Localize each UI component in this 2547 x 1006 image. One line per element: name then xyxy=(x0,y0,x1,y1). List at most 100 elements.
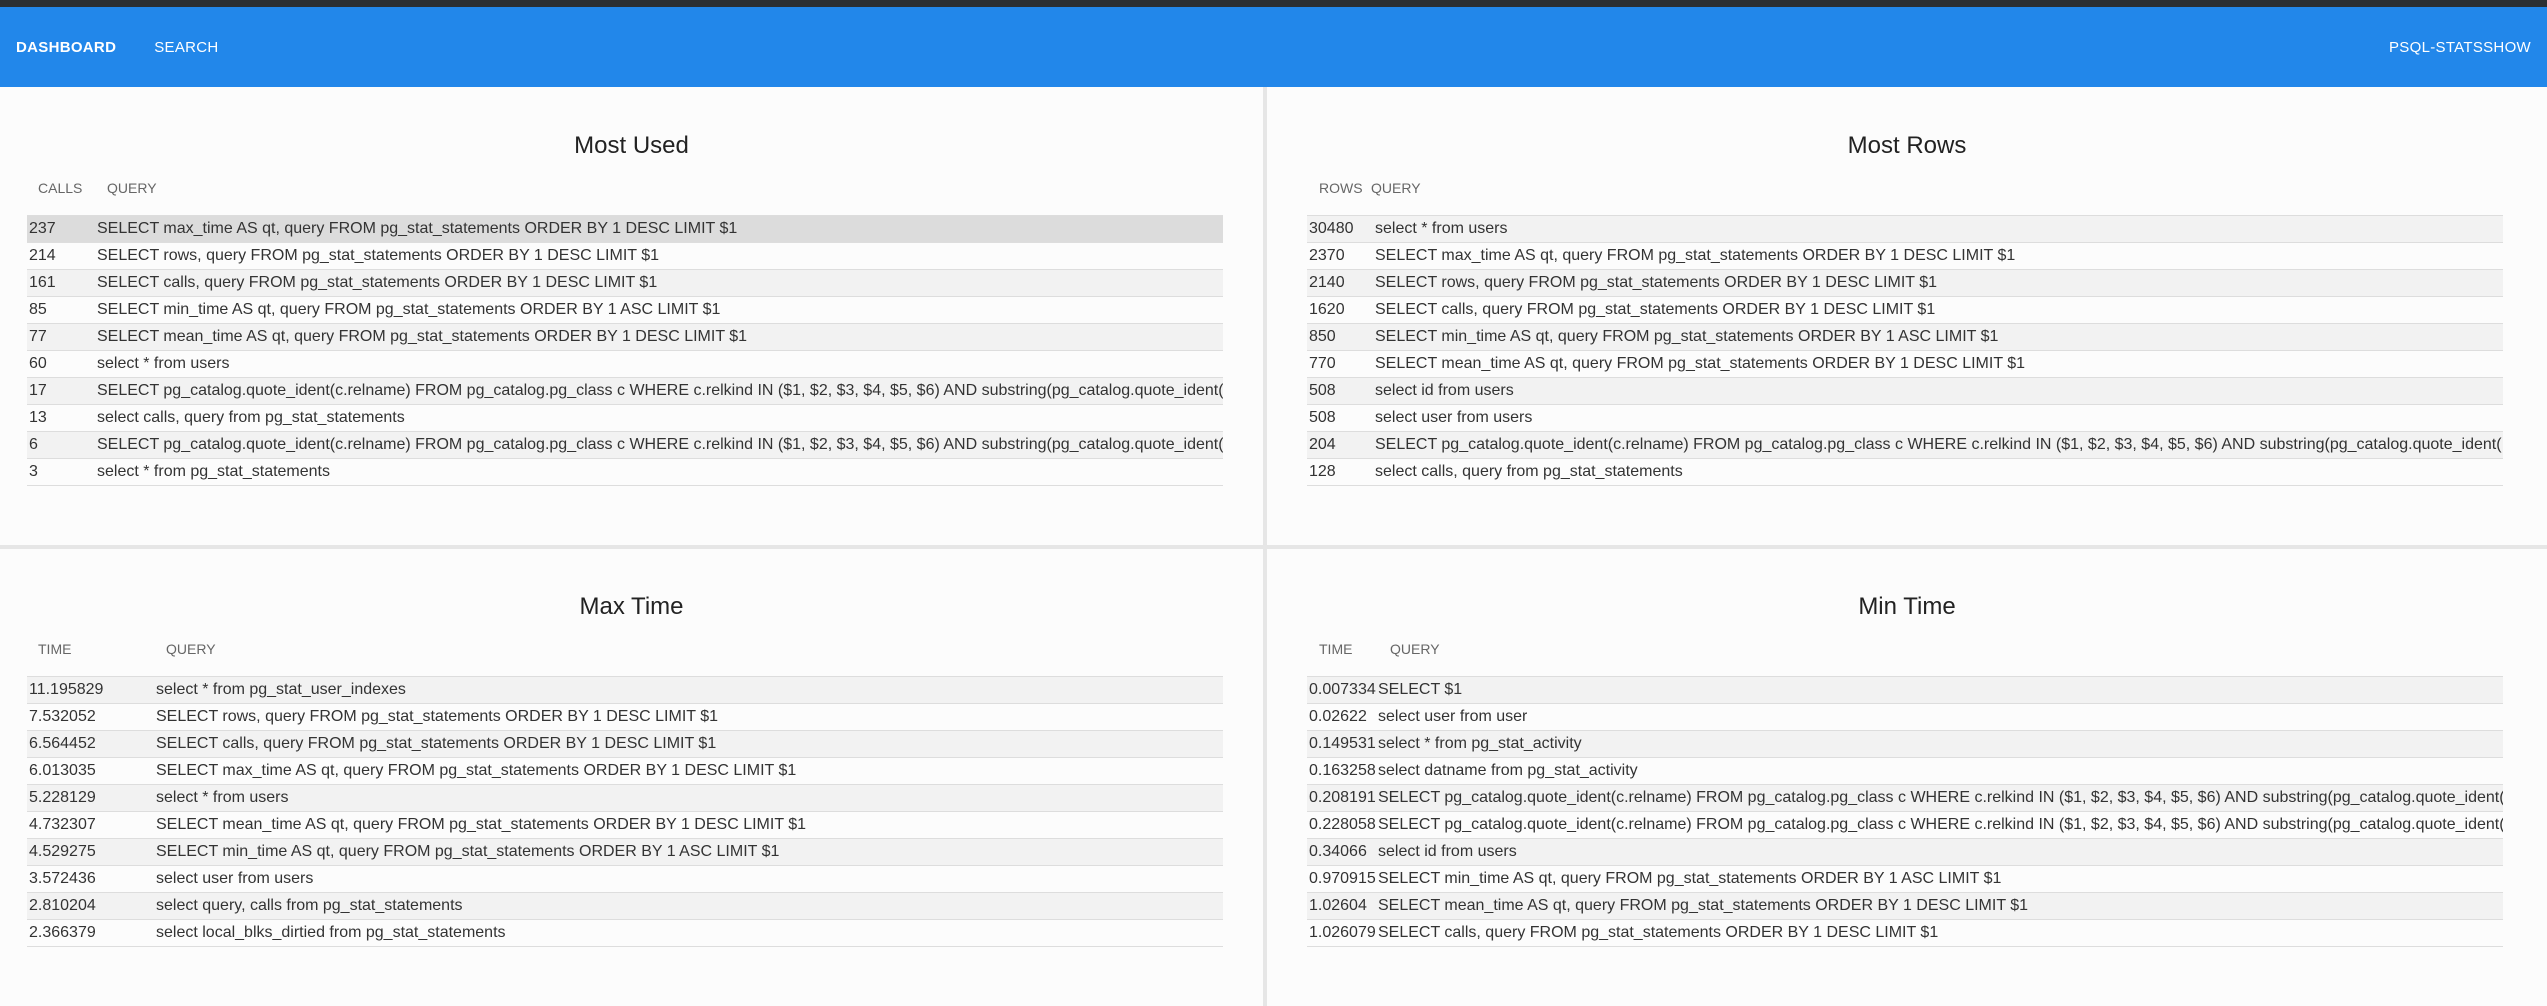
table-row[interactable]: 0.970915 SELECT min_time AS qt, query FRO… xyxy=(1307,866,2503,893)
table-row[interactable]: 770 SELECT mean_time AS qt, query FROM pg… xyxy=(1307,351,2503,378)
row-value: 0.970915 xyxy=(1309,870,1376,887)
row-value: 2.366379 xyxy=(29,924,96,941)
table-row[interactable]: 161 SELECT calls, query FROM pg_stat_stat… xyxy=(27,270,1223,297)
panel-title: Min Time xyxy=(1858,593,1956,620)
table-row[interactable]: 2.366379 select local_blks_dirtied from p… xyxy=(27,920,1223,947)
table-row[interactable]: 0.228058 SELECT pg_catalog.quote_ident(c.… xyxy=(1307,812,2503,839)
table-row[interactable]: 85 SELECT min_time AS qt, query FROM pg_s… xyxy=(27,297,1223,324)
table-row[interactable]: 7.532052 SELECT rows, query FROM pg_stat_… xyxy=(27,704,1223,731)
table-row[interactable]: 204 SELECT pg_catalog.quote_ident(c.relna… xyxy=(1307,432,2503,459)
nav-dashboard-link[interactable]: DASHBOARD xyxy=(16,39,116,56)
nav-links: DASHBOARD SEARCH xyxy=(16,39,257,56)
row-query: SELECT pg_catalog.quote_ident(c.relname)… xyxy=(1378,816,2503,833)
row-query: SELECT pg_catalog.quote_ident(c.relname)… xyxy=(97,382,1223,399)
table-row[interactable]: 30480 select * from users xyxy=(1307,216,2503,243)
row-query: select user from user xyxy=(1378,708,1528,725)
column-header-time[interactable]: TIME xyxy=(38,641,166,657)
row-value: 2370 xyxy=(1309,247,1345,264)
table-row[interactable]: 13 select calls, query from pg_stat_state… xyxy=(27,405,1223,432)
table-row[interactable]: 1.02604 SELECT mean_time AS qt, query FRO… xyxy=(1307,893,2503,920)
row-query: SELECT min_time AS qt, query FROM pg_sta… xyxy=(156,843,780,860)
column-header-rows[interactable]: ROWS xyxy=(1319,180,1371,196)
table-row[interactable]: 11.195829 select * from pg_stat_user_inde… xyxy=(27,677,1223,704)
row-value: 0.228058 xyxy=(1309,816,1376,833)
table-row[interactable]: 0.007334 SELECT $1 xyxy=(1307,677,2503,704)
table-row[interactable]: 1.026079 SELECT calls, query FROM pg_stat… xyxy=(1307,920,2503,947)
table-row[interactable]: 850 SELECT min_time AS qt, query FROM pg_… xyxy=(1307,324,2503,351)
table-row[interactable]: 5.228129 select * from users xyxy=(27,785,1223,812)
row-value: 0.34066 xyxy=(1309,843,1367,860)
table-row[interactable]: 0.34066 select id from users xyxy=(1307,839,2503,866)
column-header-query[interactable]: QUERY xyxy=(1371,180,1421,196)
table-row[interactable]: 6.013035 SELECT max_time AS qt, query FRO… xyxy=(27,758,1223,785)
table-row[interactable]: 1620 SELECT calls, query FROM pg_stat_sta… xyxy=(1307,297,2503,324)
table-row[interactable]: 4.529275 SELECT min_time AS qt, query FRO… xyxy=(27,839,1223,866)
row-value: 30480 xyxy=(1309,220,1354,237)
table-row[interactable]: 17 SELECT pg_catalog.quote_ident(c.relnam… xyxy=(27,378,1223,405)
row-value: 1620 xyxy=(1309,301,1345,318)
row-query: select calls, query from pg_stat_stateme… xyxy=(1375,463,1683,480)
table-row[interactable]: 508 select user from users xyxy=(1307,405,2503,432)
most-rows-panel: Most Rows ROWS QUERY 30480 select * from … xyxy=(1267,87,2547,545)
table-row[interactable]: 2.810204 select query, calls from pg_stat… xyxy=(27,893,1223,920)
row-value: 1.02604 xyxy=(1309,897,1367,914)
table-row[interactable]: 0.149531 select * from pg_stat_activity xyxy=(1307,731,2503,758)
column-header-query[interactable]: QUERY xyxy=(107,180,157,196)
most-used-panel: Most Used CALLS QUERY 237 SELECT max_time… xyxy=(0,87,1263,545)
table-row[interactable]: 6.564452 SELECT calls, query FROM pg_stat… xyxy=(27,731,1223,758)
min-time-panel: Min Time TIME QUERY 0.007334 SELECT $1 0.… xyxy=(1267,549,2547,1006)
row-query: SELECT pg_catalog.quote_ident(c.relname)… xyxy=(1375,436,2502,453)
table-row[interactable]: 4.732307 SELECT mean_time AS qt, query FR… xyxy=(27,812,1223,839)
row-query: SELECT min_time AS qt, query FROM pg_sta… xyxy=(97,301,721,318)
table-row[interactable]: 6 SELECT pg_catalog.quote_ident(c.relname… xyxy=(27,432,1223,459)
table-header: CALLS QUERY xyxy=(38,180,157,196)
table-row[interactable]: 60 select * from users xyxy=(27,351,1223,378)
table-row[interactable]: 508 select id from users xyxy=(1307,378,2503,405)
row-value: 85 xyxy=(29,301,47,318)
max-time-rows: 11.195829 select * from pg_stat_user_inde… xyxy=(27,676,1223,947)
row-value: 7.532052 xyxy=(29,708,96,725)
table-row[interactable]: 0.163258 select datname from pg_stat_acti… xyxy=(1307,758,2503,785)
row-value: 128 xyxy=(1309,463,1336,480)
row-query: select * from users xyxy=(156,789,289,806)
row-value: 4.732307 xyxy=(29,816,96,833)
row-value: 4.529275 xyxy=(29,843,96,860)
table-row[interactable]: 2370 SELECT max_time AS qt, query FROM pg… xyxy=(1307,243,2503,270)
brand-link[interactable]: PSQL-STATSSHOW xyxy=(2389,39,2531,56)
table-row[interactable]: 3.572436 select user from users xyxy=(27,866,1223,893)
table-row[interactable]: 237 SELECT max_time AS qt, query FROM pg_… xyxy=(27,216,1223,243)
nav-search-link[interactable]: SEARCH xyxy=(154,39,218,56)
row-value: 3.572436 xyxy=(29,870,96,887)
table-row[interactable]: 128 select calls, query from pg_stat_stat… xyxy=(1307,459,2503,486)
row-value: 204 xyxy=(1309,436,1336,453)
row-query: SELECT max_time AS qt, query FROM pg_sta… xyxy=(97,220,738,237)
table-row[interactable]: 3 select * from pg_stat_statements xyxy=(27,459,1223,486)
row-value: 0.02622 xyxy=(1309,708,1367,725)
row-query: SELECT min_time AS qt, query FROM pg_sta… xyxy=(1375,328,1999,345)
row-value: 11.195829 xyxy=(29,681,104,698)
row-query: select * from users xyxy=(97,355,230,372)
row-query: SELECT rows, query FROM pg_stat_statemen… xyxy=(156,708,718,725)
row-value: 508 xyxy=(1309,382,1336,399)
row-query: SELECT mean_time AS qt, query FROM pg_st… xyxy=(156,816,807,833)
table-row[interactable]: 214 SELECT rows, query FROM pg_stat_state… xyxy=(27,243,1223,270)
row-query: SELECT mean_time AS qt, query FROM pg_st… xyxy=(1378,897,2029,914)
table-row[interactable]: 77 SELECT mean_time AS qt, query FROM pg_… xyxy=(27,324,1223,351)
table-row[interactable]: 0.02622 select user from user xyxy=(1307,704,2503,731)
column-header-calls[interactable]: CALLS xyxy=(38,180,107,196)
row-value: 0.149531 xyxy=(1309,735,1376,752)
row-value: 0.007334 xyxy=(1309,681,1376,698)
row-query: select query, calls from pg_stat_stateme… xyxy=(156,897,463,914)
table-row[interactable]: 0.208191 SELECT pg_catalog.quote_ident(c.… xyxy=(1307,785,2503,812)
min-time-rows: 0.007334 SELECT $1 0.02622 select user fro… xyxy=(1307,676,2503,947)
column-header-query[interactable]: QUERY xyxy=(166,641,216,657)
row-value: 13 xyxy=(29,409,47,426)
table-row[interactable]: 2140 SELECT rows, query FROM pg_stat_stat… xyxy=(1307,270,2503,297)
column-header-time[interactable]: TIME xyxy=(1319,641,1390,657)
row-query: select local_blks_dirtied from pg_stat_s… xyxy=(156,924,506,941)
row-query: select id from users xyxy=(1375,382,1514,399)
row-value: 5.228129 xyxy=(29,789,96,806)
row-query: SELECT pg_catalog.quote_ident(c.relname)… xyxy=(1378,789,2503,806)
row-value: 60 xyxy=(29,355,47,372)
column-header-query[interactable]: QUERY xyxy=(1390,641,1440,657)
